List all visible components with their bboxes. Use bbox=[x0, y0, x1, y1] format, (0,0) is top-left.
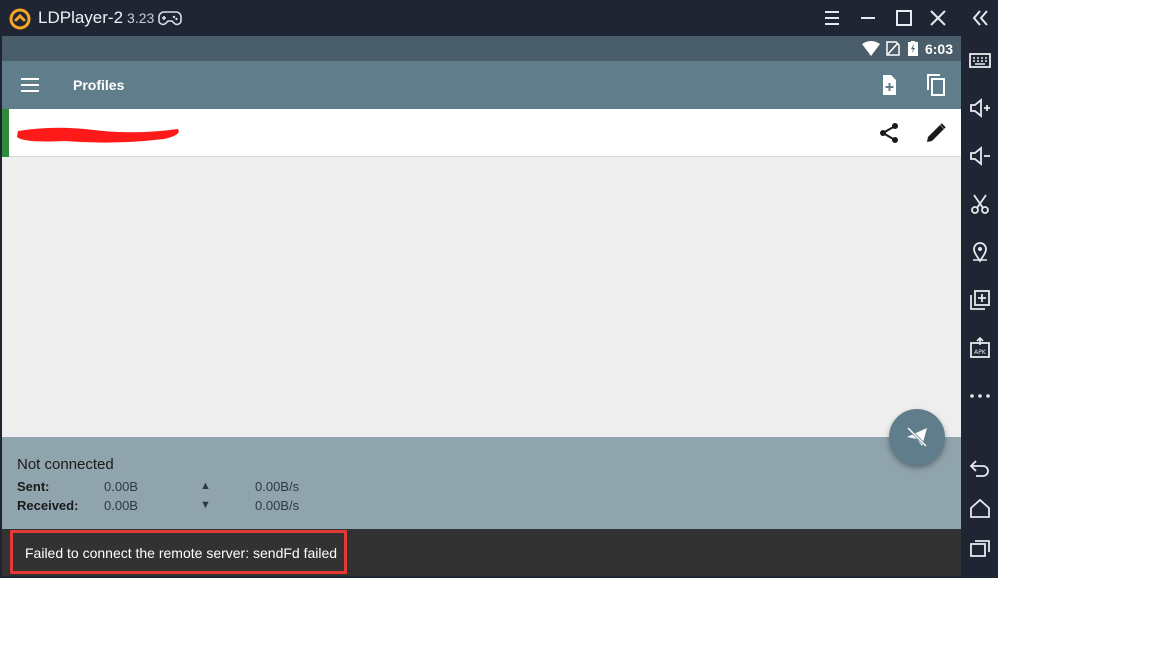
new-profile-button[interactable] bbox=[877, 73, 901, 97]
share-icon[interactable] bbox=[877, 121, 901, 145]
android-status-bar: 6:03 bbox=[2, 36, 961, 61]
redacted-profile-name bbox=[17, 127, 179, 143]
status-time: 6:03 bbox=[924, 41, 953, 57]
minimize-icon[interactable] bbox=[856, 6, 880, 30]
blank-desktop-area bbox=[0, 578, 1152, 648]
add-window-icon[interactable] bbox=[968, 288, 992, 312]
ldplayer-window: LDPlayer-2 3.23 6:03 Profiles Not connec… bbox=[0, 0, 998, 578]
down-arrow-icon: ▼ bbox=[200, 499, 211, 511]
received-value: 0.00B bbox=[104, 498, 138, 513]
received-label: Received: bbox=[17, 498, 79, 513]
app-name: LDPlayer-2 bbox=[38, 8, 124, 27]
ldplayer-logo-icon bbox=[9, 8, 31, 30]
active-profile-indicator bbox=[2, 109, 9, 157]
title-bar: LDPlayer-2 3.23 bbox=[0, 0, 962, 36]
home-icon[interactable] bbox=[968, 497, 992, 521]
no-sim-icon bbox=[886, 41, 900, 56]
hamburger-icon[interactable] bbox=[19, 74, 41, 96]
battery-charging-icon bbox=[908, 41, 918, 56]
received-rate: 0.00B/s bbox=[255, 498, 300, 513]
close-icon[interactable] bbox=[926, 6, 950, 30]
android-screen: 6:03 Profiles Not connected Sent: 0.00B … bbox=[2, 36, 961, 576]
sent-label: Sent: bbox=[17, 479, 50, 494]
volume-up-icon[interactable] bbox=[968, 96, 992, 120]
up-arrow-icon: ▲ bbox=[200, 480, 211, 492]
snackbar: Failed to connect the remote server: sen… bbox=[2, 529, 961, 576]
scissors-icon[interactable] bbox=[968, 192, 992, 216]
app-bar: Profiles bbox=[2, 61, 961, 109]
menu-icon[interactable] bbox=[820, 6, 844, 30]
volume-down-icon[interactable] bbox=[968, 144, 992, 168]
double-chevron-left-icon[interactable] bbox=[968, 6, 992, 30]
recent-apps-icon[interactable] bbox=[968, 536, 992, 560]
sent-value: 0.00B bbox=[104, 479, 138, 494]
location-pin-icon[interactable] bbox=[968, 240, 992, 264]
apk-install-icon[interactable]: APK bbox=[968, 336, 992, 360]
more-dots-icon[interactable] bbox=[968, 384, 992, 408]
app-version: 3.23 bbox=[127, 10, 155, 26]
window-title: LDPlayer-2 3.23 bbox=[38, 8, 154, 28]
keyboard-icon[interactable] bbox=[968, 48, 992, 72]
profile-list-item[interactable] bbox=[2, 109, 961, 157]
maximize-icon[interactable] bbox=[892, 6, 916, 30]
gamepad-icon[interactable] bbox=[158, 9, 182, 27]
snackbar-message: Failed to connect the remote server: sen… bbox=[25, 545, 338, 561]
sent-rate: 0.00B/s bbox=[255, 479, 300, 494]
wifi-icon bbox=[862, 41, 880, 56]
pencil-icon[interactable] bbox=[924, 121, 948, 145]
emulator-toolbar: APK bbox=[962, 0, 998, 578]
copy-profile-button[interactable] bbox=[924, 73, 948, 97]
connection-state: Not connected bbox=[17, 456, 114, 473]
traffic-stats-panel: Not connected Sent: 0.00B ▲ 0.00B/s Rece… bbox=[2, 437, 961, 529]
svg-text:APK: APK bbox=[974, 349, 987, 356]
paper-plane-off-icon bbox=[906, 426, 928, 448]
connect-fab-button[interactable] bbox=[889, 409, 945, 465]
page-title: Profiles bbox=[73, 77, 125, 93]
back-icon[interactable] bbox=[968, 456, 992, 480]
